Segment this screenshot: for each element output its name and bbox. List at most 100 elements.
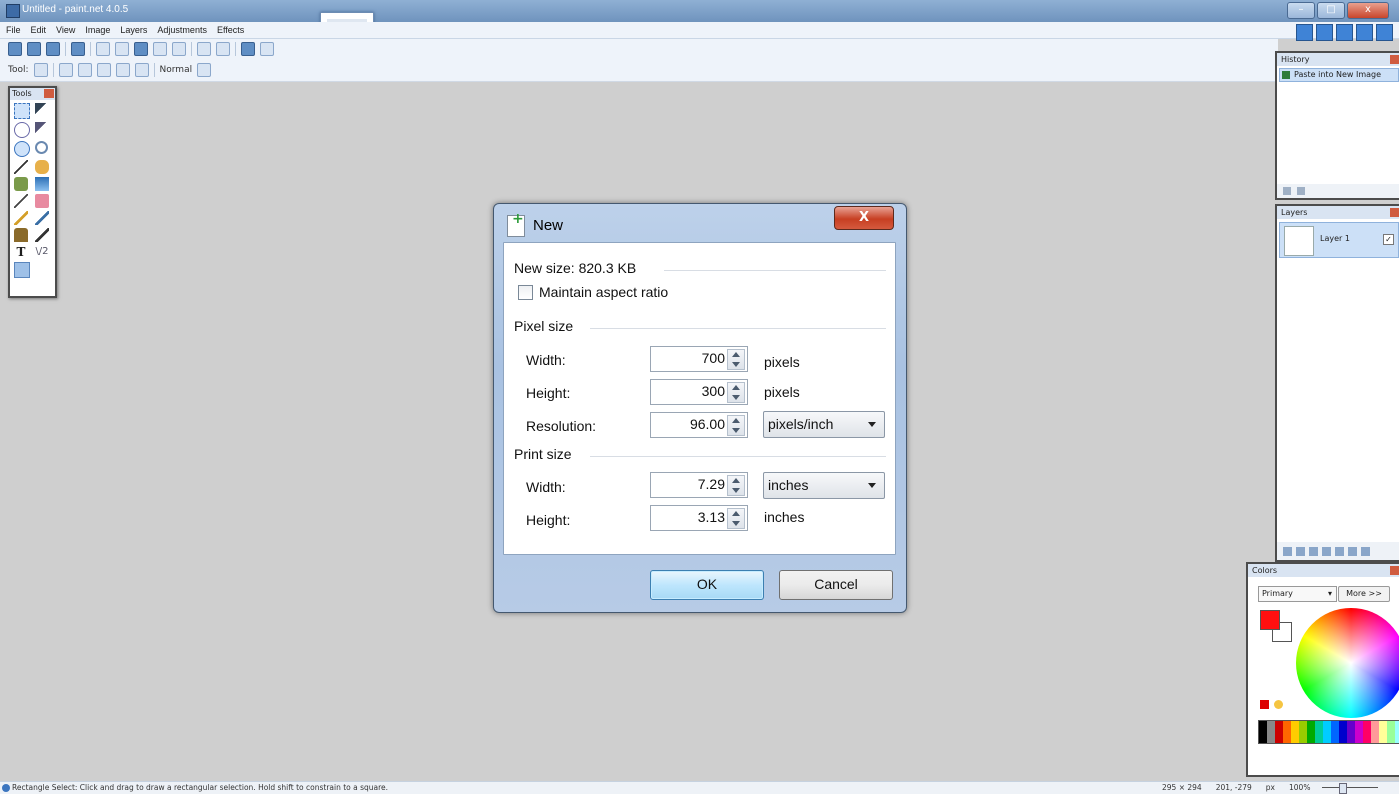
- units-select[interactable]: px: [1266, 783, 1275, 792]
- close-icon[interactable]: [1390, 208, 1399, 217]
- grid-icon[interactable]: [241, 42, 255, 56]
- selection-exclude-icon[interactable]: [96, 63, 111, 77]
- menu-layers[interactable]: Layers: [120, 22, 147, 38]
- shapes-icon[interactable]: [14, 262, 30, 278]
- paintbrush-icon[interactable]: [14, 194, 28, 208]
- selection-invert-icon[interactable]: [134, 63, 149, 77]
- spin-arrows-icon[interactable]: [727, 349, 745, 370]
- pan-icon[interactable]: [35, 160, 49, 174]
- eraser-icon[interactable]: [35, 194, 49, 208]
- minimize-button[interactable]: –: [1287, 2, 1315, 19]
- resolution-unit-select[interactable]: pixels/inch: [763, 411, 885, 438]
- maintain-aspect-checkbox[interactable]: [518, 285, 533, 300]
- selection-replace-icon[interactable]: [58, 63, 73, 77]
- save-icon[interactable]: [46, 42, 60, 56]
- primary-color-swatch[interactable]: [1260, 610, 1280, 630]
- maximize-button[interactable]: □: [1317, 2, 1345, 19]
- deselect-icon[interactable]: [172, 42, 186, 56]
- merge-layer-icon[interactable]: [1322, 546, 1331, 556]
- layer-visibility-checkbox[interactable]: ✓: [1383, 234, 1394, 245]
- duplicate-layer-icon[interactable]: [1309, 546, 1318, 556]
- delete-layer-icon[interactable]: [1296, 546, 1305, 556]
- color-wheel[interactable]: [1296, 608, 1399, 718]
- layer-row[interactable]: Layer 1 ✓: [1279, 222, 1399, 258]
- current-tool-icon[interactable]: [33, 63, 48, 77]
- move-selected-icon[interactable]: [35, 122, 49, 136]
- paste-icon[interactable]: [134, 42, 148, 56]
- print-height-input[interactable]: 3.13: [650, 505, 748, 531]
- colors-toggle-icon[interactable]: [1356, 24, 1373, 41]
- close-icon[interactable]: [44, 89, 54, 98]
- menu-image[interactable]: Image: [85, 22, 110, 38]
- add-layer-icon[interactable]: [1283, 546, 1292, 556]
- color-palette[interactable]: [1258, 720, 1399, 744]
- spin-arrows-icon[interactable]: [727, 508, 745, 529]
- copy-icon[interactable]: [115, 42, 129, 56]
- history-toggle-icon[interactable]: [1316, 24, 1333, 41]
- move-layer-up-icon[interactable]: [1335, 546, 1344, 556]
- undo-icon[interactable]: [197, 42, 211, 56]
- move-layer-down-icon[interactable]: [1348, 546, 1357, 556]
- rectangle-select-icon[interactable]: [14, 103, 30, 119]
- palette-menu-icon[interactable]: [1260, 700, 1269, 709]
- layer-properties-icon[interactable]: [1361, 546, 1370, 556]
- resolution-input[interactable]: 96.00: [650, 412, 748, 438]
- spin-arrows-icon[interactable]: [727, 475, 745, 496]
- selection-intersect-icon[interactable]: [115, 63, 130, 77]
- color-mode-select[interactable]: Primary ▾: [1258, 586, 1337, 602]
- print-width-input[interactable]: 7.29: [650, 472, 748, 498]
- menu-edit[interactable]: Edit: [31, 22, 47, 38]
- menu-effects[interactable]: Effects: [217, 22, 244, 38]
- open-icon[interactable]: [27, 42, 41, 56]
- magic-wand-icon[interactable]: [14, 160, 28, 174]
- menu-adjustments[interactable]: Adjustments: [157, 22, 207, 38]
- selection-union-icon[interactable]: [77, 63, 92, 77]
- ruler-icon[interactable]: [260, 42, 274, 56]
- zoom-slider-track[interactable]: [1322, 787, 1378, 788]
- close-window-button[interactable]: x: [1347, 2, 1389, 19]
- print-unit-select[interactable]: inches: [763, 472, 885, 499]
- undo-icon[interactable]: [1283, 187, 1291, 195]
- zoom-icon[interactable]: [35, 141, 48, 154]
- layers-toggle-icon[interactable]: [1336, 24, 1353, 41]
- menu-view[interactable]: View: [56, 22, 75, 38]
- text-icon[interactable]: T: [14, 245, 28, 259]
- close-icon[interactable]: [1390, 55, 1399, 64]
- paint-bucket-icon[interactable]: [14, 177, 28, 191]
- print-icon[interactable]: [71, 42, 85, 56]
- paintnet-app-icon[interactable]: [6, 4, 20, 18]
- antialias-icon[interactable]: [197, 63, 212, 77]
- dialog-close-button[interactable]: X: [834, 206, 894, 230]
- line-curve-icon[interactable]: \/2: [35, 245, 49, 259]
- palette-options-icon[interactable]: [1274, 700, 1283, 709]
- ellipse-select-icon[interactable]: [14, 141, 30, 157]
- redo-icon[interactable]: [1297, 187, 1305, 195]
- pixel-height-input[interactable]: 300: [650, 379, 748, 405]
- crop-icon[interactable]: [153, 42, 167, 56]
- move-selection-icon[interactable]: [35, 103, 49, 117]
- spin-arrows-icon[interactable]: [727, 415, 745, 436]
- spin-arrows-icon[interactable]: [727, 382, 745, 403]
- close-icon[interactable]: [1390, 566, 1399, 575]
- lasso-select-icon[interactable]: [14, 122, 30, 138]
- pencil-icon[interactable]: [14, 211, 28, 225]
- redo-icon[interactable]: [216, 42, 230, 56]
- cancel-button[interactable]: Cancel: [779, 570, 893, 600]
- recolor-icon[interactable]: [35, 228, 49, 242]
- zoom-level[interactable]: 100%: [1289, 783, 1310, 792]
- history-item[interactable]: Paste into New Image: [1279, 68, 1399, 82]
- zoom-slider-thumb[interactable]: [1339, 783, 1347, 794]
- tools-toggle-icon[interactable]: [1296, 24, 1313, 41]
- ok-button[interactable]: OK: [650, 570, 764, 600]
- gradient-icon[interactable]: [35, 177, 49, 191]
- color-picker-icon[interactable]: [35, 211, 49, 225]
- maintain-aspect-label[interactable]: Maintain aspect ratio: [539, 284, 668, 300]
- pixel-width-input[interactable]: 700: [650, 346, 748, 372]
- more-colors-button[interactable]: More >>: [1338, 586, 1390, 602]
- cut-icon[interactable]: [96, 42, 110, 56]
- new-image-icon[interactable]: [8, 42, 22, 56]
- clone-stamp-icon[interactable]: [14, 228, 28, 242]
- blend-mode-select[interactable]: Normal: [160, 65, 193, 75]
- menu-file[interactable]: File: [6, 22, 21, 38]
- settings-icon[interactable]: [1376, 24, 1393, 41]
